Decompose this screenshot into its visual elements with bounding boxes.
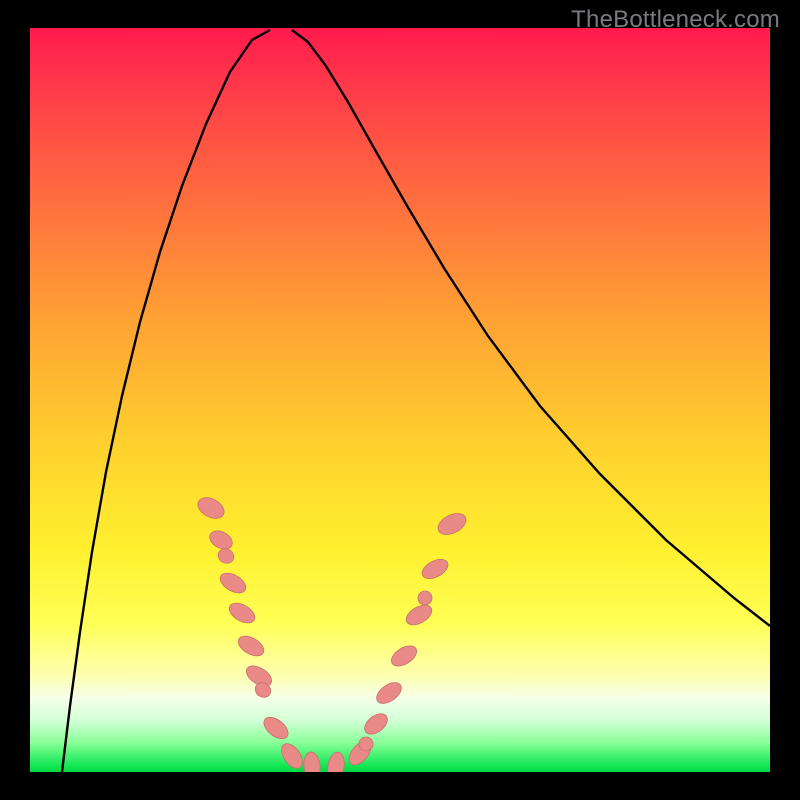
data-point-marker <box>260 713 292 743</box>
data-point-marker <box>194 493 227 522</box>
data-point-marker <box>216 546 237 566</box>
data-point-marker <box>419 555 451 582</box>
data-point-marker <box>277 740 306 772</box>
data-point-marker <box>403 601 435 629</box>
data-point-marker <box>226 599 258 627</box>
data-point-marker <box>217 569 249 597</box>
curve-left <box>62 30 270 772</box>
watermark-text: TheBottleneck.com <box>571 6 780 34</box>
curve-right <box>292 30 770 626</box>
data-point-marker <box>373 678 405 707</box>
data-point-marker <box>235 632 267 660</box>
data-point-markers <box>194 493 469 772</box>
chart-plot-area <box>30 28 770 772</box>
data-point-marker <box>303 751 322 772</box>
data-point-marker <box>415 588 434 607</box>
data-point-marker <box>361 710 391 739</box>
data-point-marker <box>388 642 420 670</box>
data-point-marker <box>207 527 236 552</box>
data-point-marker <box>326 751 347 772</box>
data-point-marker <box>435 509 470 539</box>
chart-svg <box>30 28 770 772</box>
